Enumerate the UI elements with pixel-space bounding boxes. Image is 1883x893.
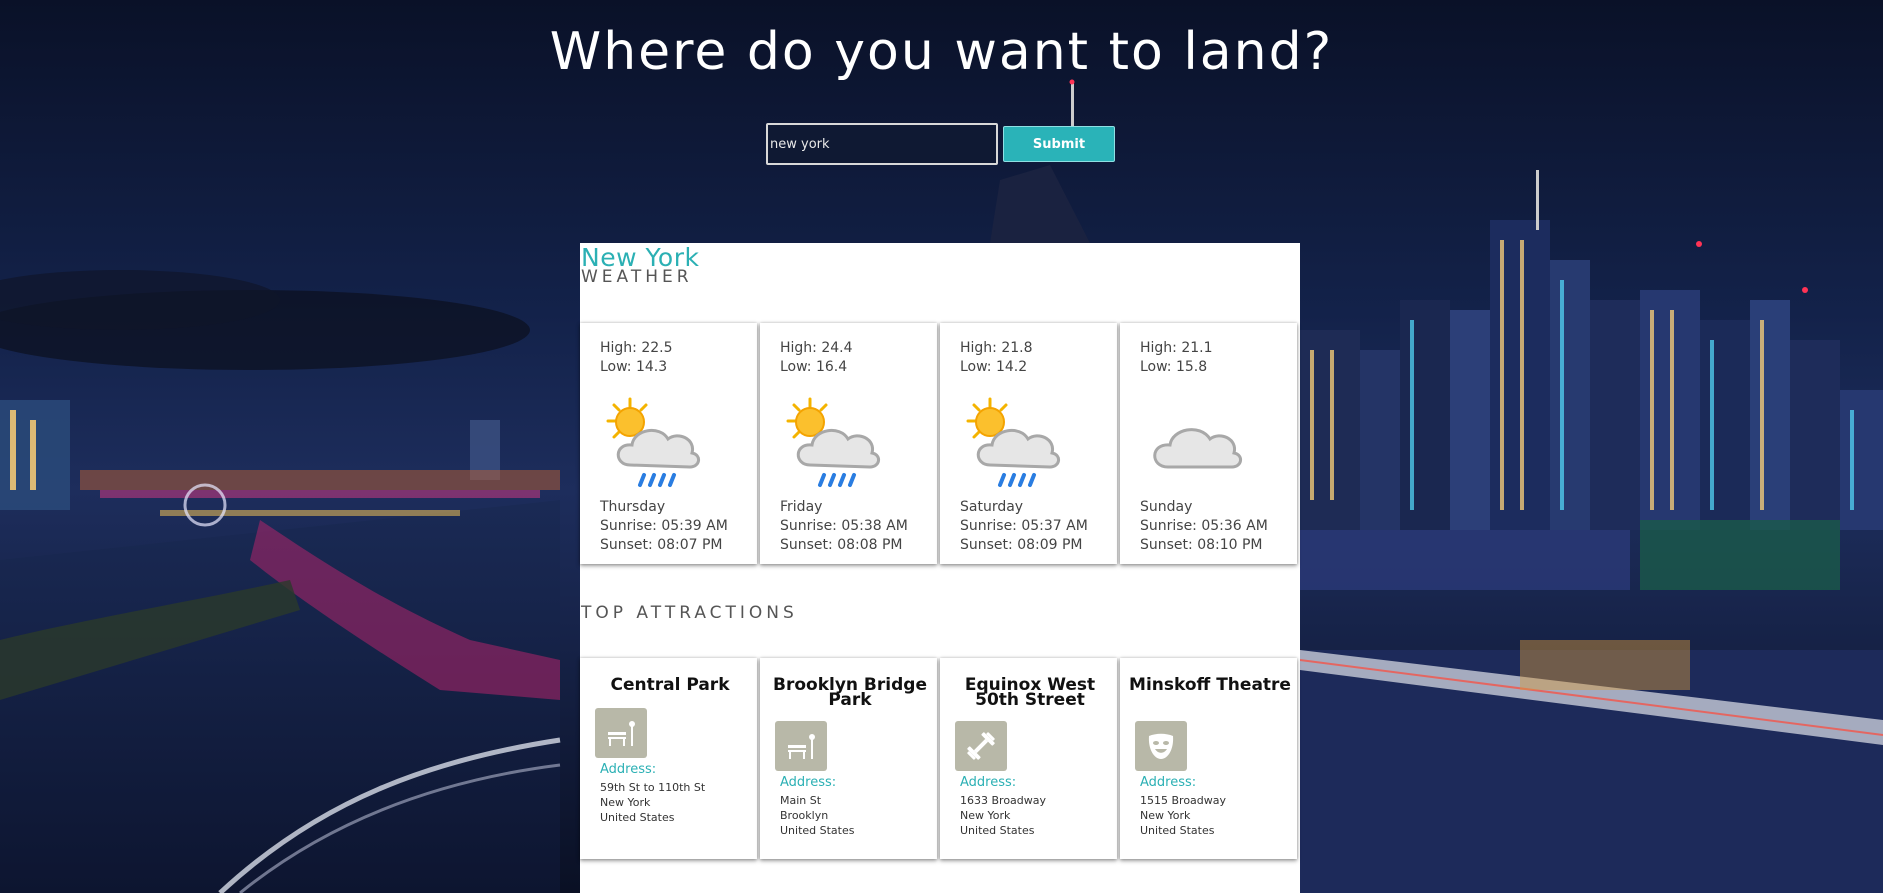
address-line: New York (960, 809, 1011, 822)
sunset: Sunset: 08:10 PM (1140, 537, 1263, 553)
sun-cloud-rain-icon (786, 397, 880, 487)
address-text: 1633 Broadway New York United States (960, 793, 1046, 838)
sunrise: Sunrise: 05:37 AM (960, 518, 1088, 534)
high-temp: High: 24.4 (780, 340, 853, 356)
day-name: Thursday (600, 499, 666, 515)
submit-button[interactable]: Submit (1003, 126, 1115, 162)
city-search-input[interactable] (766, 123, 998, 165)
high-temp: High: 21.8 (960, 340, 1033, 356)
sunrise: Sunrise: 05:39 AM (600, 518, 728, 534)
sunrise: Sunrise: 05:36 AM (1140, 518, 1268, 534)
attraction-name: Minskoff Theatre (1129, 675, 1291, 695)
attractions-row: Central Park Address: 59th St to 110th S… (580, 658, 1300, 859)
page-headline: Where do you want to land? (549, 22, 1334, 82)
low-temp: Low: 16.4 (780, 359, 848, 375)
dumbbell-icon (955, 721, 1007, 771)
address-line: United States (780, 824, 855, 837)
high-temp: High: 22.5 (600, 340, 673, 356)
sun-cloud-rain-icon (966, 397, 1060, 487)
attraction-name: Brooklyn Bridge Park (773, 675, 927, 710)
high-temp: High: 21.1 (1140, 340, 1213, 356)
weather-card: High: 21.8 Low: 14.2 Saturday Sunrise: 0… (940, 323, 1117, 564)
weather-forecast-row: High: 22.5 Low: 14.3 Thursday Sunrise: 0… (580, 323, 1300, 564)
address-line: New York (1140, 809, 1191, 822)
weather-section-title: WEATHER (581, 267, 693, 287)
sunrise: Sunrise: 05:38 AM (780, 518, 908, 534)
address-line: 1515 Broadway (1140, 794, 1227, 807)
address-label: Address: (780, 775, 837, 790)
address-line: 1633 Broadway (960, 794, 1047, 807)
sunset: Sunset: 08:07 PM (600, 537, 723, 553)
cloud-icon (1153, 428, 1242, 469)
weather-card: High: 21.1 Low: 15.8 Sunday Sunrise: 05:… (1120, 323, 1297, 564)
attraction-name: Central Park (610, 675, 730, 695)
sun-cloud-rain-icon (606, 397, 700, 487)
attraction-card[interactable]: Central Park Address: 59th St to 110th S… (580, 658, 757, 859)
address-line: United States (960, 824, 1035, 837)
attraction-name: Equinox West 50th Street (964, 675, 1096, 710)
address-line: United States (1140, 824, 1215, 837)
address-text: 59th St to 110th St New York United Stat… (600, 780, 705, 825)
attraction-card[interactable]: Minskoff Theatre Address: 1515 Broadway … (1120, 658, 1297, 859)
attraction-card[interactable]: Brooklyn Bridge Park Address: Main St Br… (760, 658, 937, 859)
address-label: Address: (960, 775, 1017, 790)
weather-card: High: 24.4 Low: 16.4 Friday Sunrise: 05:… (760, 323, 937, 564)
park-bench-icon (595, 708, 647, 758)
day-name: Saturday (960, 499, 1024, 515)
address-line: United States (600, 811, 675, 824)
results-panel: New York WEATHER High: 22.5 Low: 14.3 Th… (580, 243, 1300, 893)
attraction-card[interactable]: Equinox West 50th Street Address: 1633 B… (940, 658, 1117, 859)
day-name: Sunday (1140, 499, 1193, 515)
address-line: Main St (780, 794, 822, 807)
attractions-section-title: TOP ATTRACTIONS (581, 603, 798, 623)
day-name: Friday (780, 499, 823, 515)
low-temp: Low: 14.2 (960, 359, 1028, 375)
address-line: Brooklyn (780, 809, 829, 822)
low-temp: Low: 15.8 (1140, 359, 1208, 375)
address-line: New York (600, 796, 651, 809)
weather-card: High: 22.5 Low: 14.3 Thursday Sunrise: 0… (580, 323, 757, 564)
address-text: 1515 Broadway New York United States (1140, 793, 1226, 838)
park-bench-icon (775, 721, 827, 771)
address-line: 59th St to 110th St (600, 781, 706, 794)
theater-mask-icon (1135, 721, 1187, 771)
address-label: Address: (1140, 775, 1197, 790)
address-label: Address: (600, 762, 657, 777)
sunset: Sunset: 08:09 PM (960, 537, 1083, 553)
low-temp: Low: 14.3 (600, 359, 668, 375)
address-text: Main St Brooklyn United States (780, 793, 855, 838)
sunset: Sunset: 08:08 PM (780, 537, 903, 553)
